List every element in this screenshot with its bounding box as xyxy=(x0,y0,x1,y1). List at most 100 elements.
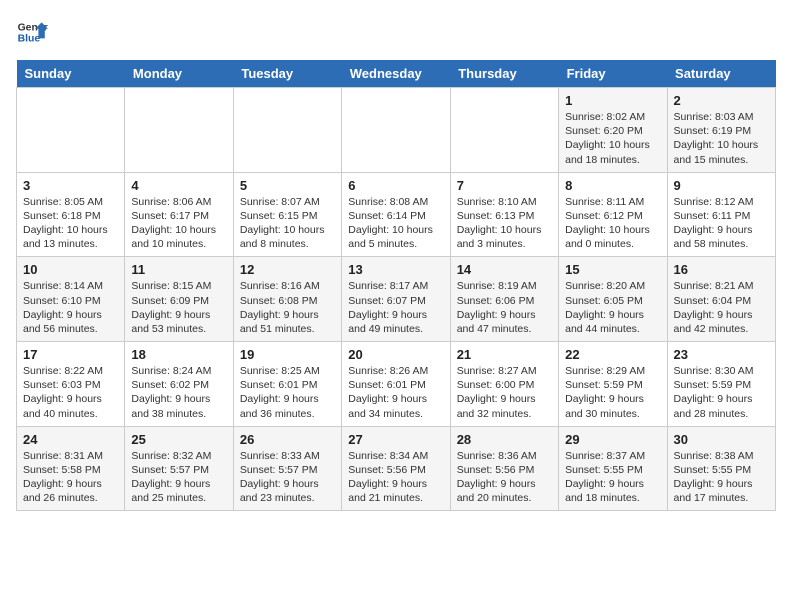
day-number: 13 xyxy=(348,262,443,277)
day-info: Sunrise: 8:34 AMSunset: 5:56 PMDaylight:… xyxy=(348,449,443,506)
day-cell: 25 Sunrise: 8:32 AMSunset: 5:57 PMDayligh… xyxy=(125,426,233,511)
col-header-friday: Friday xyxy=(559,60,667,88)
col-header-tuesday: Tuesday xyxy=(233,60,341,88)
day-cell: 9 Sunrise: 8:12 AMSunset: 6:11 PMDaylight… xyxy=(667,172,775,257)
day-number: 15 xyxy=(565,262,660,277)
day-number: 22 xyxy=(565,347,660,362)
day-number: 24 xyxy=(23,432,118,447)
col-header-saturday: Saturday xyxy=(667,60,775,88)
day-cell: 5 Sunrise: 8:07 AMSunset: 6:15 PMDaylight… xyxy=(233,172,341,257)
day-number: 17 xyxy=(23,347,118,362)
day-number: 27 xyxy=(348,432,443,447)
day-cell: 3 Sunrise: 8:05 AMSunset: 6:18 PMDaylight… xyxy=(17,172,125,257)
day-info: Sunrise: 8:17 AMSunset: 6:07 PMDaylight:… xyxy=(348,279,443,336)
day-cell: 22 Sunrise: 8:29 AMSunset: 5:59 PMDayligh… xyxy=(559,342,667,427)
day-info: Sunrise: 8:31 AMSunset: 5:58 PMDaylight:… xyxy=(23,449,118,506)
day-info: Sunrise: 8:33 AMSunset: 5:57 PMDaylight:… xyxy=(240,449,335,506)
day-info: Sunrise: 8:10 AMSunset: 6:13 PMDaylight:… xyxy=(457,195,552,252)
day-number: 30 xyxy=(674,432,769,447)
day-info: Sunrise: 8:27 AMSunset: 6:00 PMDaylight:… xyxy=(457,364,552,421)
day-info: Sunrise: 8:11 AMSunset: 6:12 PMDaylight:… xyxy=(565,195,660,252)
day-cell: 17 Sunrise: 8:22 AMSunset: 6:03 PMDayligh… xyxy=(17,342,125,427)
day-info: Sunrise: 8:25 AMSunset: 6:01 PMDaylight:… xyxy=(240,364,335,421)
day-info: Sunrise: 8:32 AMSunset: 5:57 PMDaylight:… xyxy=(131,449,226,506)
day-info: Sunrise: 8:19 AMSunset: 6:06 PMDaylight:… xyxy=(457,279,552,336)
day-cell xyxy=(233,88,341,173)
week-row-3: 10 Sunrise: 8:14 AMSunset: 6:10 PMDayligh… xyxy=(17,257,776,342)
day-number: 4 xyxy=(131,178,226,193)
day-number: 20 xyxy=(348,347,443,362)
day-cell: 28 Sunrise: 8:36 AMSunset: 5:56 PMDayligh… xyxy=(450,426,558,511)
day-info: Sunrise: 8:38 AMSunset: 5:55 PMDaylight:… xyxy=(674,449,769,506)
day-cell: 18 Sunrise: 8:24 AMSunset: 6:02 PMDayligh… xyxy=(125,342,233,427)
day-cell: 24 Sunrise: 8:31 AMSunset: 5:58 PMDayligh… xyxy=(17,426,125,511)
day-info: Sunrise: 8:05 AMSunset: 6:18 PMDaylight:… xyxy=(23,195,118,252)
day-info: Sunrise: 8:02 AMSunset: 6:20 PMDaylight:… xyxy=(565,110,660,167)
week-row-4: 17 Sunrise: 8:22 AMSunset: 6:03 PMDayligh… xyxy=(17,342,776,427)
day-number: 21 xyxy=(457,347,552,362)
day-info: Sunrise: 8:22 AMSunset: 6:03 PMDaylight:… xyxy=(23,364,118,421)
day-info: Sunrise: 8:15 AMSunset: 6:09 PMDaylight:… xyxy=(131,279,226,336)
day-number: 11 xyxy=(131,262,226,277)
day-cell: 13 Sunrise: 8:17 AMSunset: 6:07 PMDayligh… xyxy=(342,257,450,342)
day-info: Sunrise: 8:21 AMSunset: 6:04 PMDaylight:… xyxy=(674,279,769,336)
calendar-table: SundayMondayTuesdayWednesdayThursdayFrid… xyxy=(16,60,776,511)
day-number: 28 xyxy=(457,432,552,447)
day-cell xyxy=(342,88,450,173)
svg-text:Blue: Blue xyxy=(18,34,41,45)
day-number: 23 xyxy=(674,347,769,362)
day-cell: 10 Sunrise: 8:14 AMSunset: 6:10 PMDayligh… xyxy=(17,257,125,342)
day-number: 3 xyxy=(23,178,118,193)
day-number: 5 xyxy=(240,178,335,193)
day-info: Sunrise: 8:14 AMSunset: 6:10 PMDaylight:… xyxy=(23,279,118,336)
day-cell: 4 Sunrise: 8:06 AMSunset: 6:17 PMDaylight… xyxy=(125,172,233,257)
day-info: Sunrise: 8:24 AMSunset: 6:02 PMDaylight:… xyxy=(131,364,226,421)
day-info: Sunrise: 8:37 AMSunset: 5:55 PMDaylight:… xyxy=(565,449,660,506)
day-cell: 20Sunrise: 8:26 AMSunset: 6:01 PMDayligh… xyxy=(342,342,450,427)
day-number: 1 xyxy=(565,93,660,108)
day-number: 12 xyxy=(240,262,335,277)
day-cell: 27 Sunrise: 8:34 AMSunset: 5:56 PMDayligh… xyxy=(342,426,450,511)
day-cell: 16 Sunrise: 8:21 AMSunset: 6:04 PMDayligh… xyxy=(667,257,775,342)
day-info: Sunrise: 8:29 AMSunset: 5:59 PMDaylight:… xyxy=(565,364,660,421)
day-number: 16 xyxy=(674,262,769,277)
day-number: 8 xyxy=(565,178,660,193)
day-number: 19 xyxy=(240,347,335,362)
day-info: Sunrise: 8:12 AMSunset: 6:11 PMDaylight:… xyxy=(674,195,769,252)
day-number: 9 xyxy=(674,178,769,193)
day-cell: 30 Sunrise: 8:38 AMSunset: 5:55 PMDayligh… xyxy=(667,426,775,511)
day-cell xyxy=(125,88,233,173)
col-header-monday: Monday xyxy=(125,60,233,88)
day-cell: 26 Sunrise: 8:33 AMSunset: 5:57 PMDayligh… xyxy=(233,426,341,511)
day-number: 6 xyxy=(348,178,443,193)
day-cell: 1 Sunrise: 8:02 AMSunset: 6:20 PMDaylight… xyxy=(559,88,667,173)
day-info: Sunrise: 8:16 AMSunset: 6:08 PMDaylight:… xyxy=(240,279,335,336)
col-header-sunday: Sunday xyxy=(17,60,125,88)
col-header-thursday: Thursday xyxy=(450,60,558,88)
day-number: 25 xyxy=(131,432,226,447)
week-row-1: 1 Sunrise: 8:02 AMSunset: 6:20 PMDaylight… xyxy=(17,88,776,173)
day-info: Sunrise: 8:36 AMSunset: 5:56 PMDaylight:… xyxy=(457,449,552,506)
logo-icon: General Blue xyxy=(16,16,48,48)
col-header-wednesday: Wednesday xyxy=(342,60,450,88)
day-number: 10 xyxy=(23,262,118,277)
calendar-header-row: SundayMondayTuesdayWednesdayThursdayFrid… xyxy=(17,60,776,88)
logo: General Blue xyxy=(16,16,52,48)
day-number: 29 xyxy=(565,432,660,447)
week-row-5: 24 Sunrise: 8:31 AMSunset: 5:58 PMDayligh… xyxy=(17,426,776,511)
day-cell: 15Sunrise: 8:20 AMSunset: 6:05 PMDayligh… xyxy=(559,257,667,342)
day-cell: 6Sunrise: 8:08 AMSunset: 6:14 PMDaylight… xyxy=(342,172,450,257)
day-cell xyxy=(17,88,125,173)
day-info: Sunrise: 8:06 AMSunset: 6:17 PMDaylight:… xyxy=(131,195,226,252)
day-cell xyxy=(450,88,558,173)
day-cell: 29 Sunrise: 8:37 AMSunset: 5:55 PMDayligh… xyxy=(559,426,667,511)
day-number: 2 xyxy=(674,93,769,108)
day-number: 26 xyxy=(240,432,335,447)
day-cell: 12 Sunrise: 8:16 AMSunset: 6:08 PMDayligh… xyxy=(233,257,341,342)
day-number: 18 xyxy=(131,347,226,362)
day-info: Sunrise: 8:03 AMSunset: 6:19 PMDaylight:… xyxy=(674,110,769,167)
day-cell: 14Sunrise: 8:19 AMSunset: 6:06 PMDayligh… xyxy=(450,257,558,342)
day-info: Sunrise: 8:07 AMSunset: 6:15 PMDaylight:… xyxy=(240,195,335,252)
day-cell: 19 Sunrise: 8:25 AMSunset: 6:01 PMDayligh… xyxy=(233,342,341,427)
day-cell: 8 Sunrise: 8:11 AMSunset: 6:12 PMDaylight… xyxy=(559,172,667,257)
